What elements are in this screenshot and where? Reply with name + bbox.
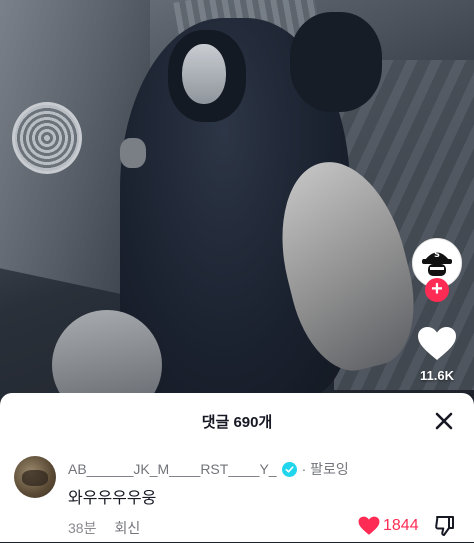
comment-time: 38분 <box>68 520 97 536</box>
svg-text:S: S <box>434 250 440 259</box>
video-like-button[interactable]: 11.6K <box>412 326 462 383</box>
creator-avatar-group[interactable]: S + <box>412 238 462 302</box>
reply-button[interactable]: 회신 <box>114 518 140 538</box>
comment-meta: 38분 회신 <box>68 518 140 538</box>
video-player[interactable] <box>0 0 474 400</box>
comments-title: 댓글 690개 <box>201 414 273 431</box>
comment-avatar[interactable] <box>14 456 56 498</box>
following-label[interactable]: · 팔로잉 <box>302 459 349 479</box>
thumbs-down-icon <box>435 516 454 536</box>
video-frame-mask <box>182 44 226 104</box>
video-frame-vent <box>12 102 82 174</box>
comment-like-button[interactable]: 1844 <box>358 516 419 536</box>
verified-badge-icon <box>281 461 297 477</box>
video-frame-head <box>290 12 382 112</box>
close-button[interactable] <box>430 407 458 435</box>
follow-plus-icon[interactable]: + <box>425 278 449 302</box>
video-like-count: 11.6K <box>420 368 454 383</box>
video-frame-fist <box>120 138 146 168</box>
comment-header: AB______JK_M____RST____Y_ · 팔로잉 <box>68 459 349 479</box>
comment-username[interactable]: AB______JK_M____RST____Y_ <box>68 461 277 477</box>
comment-like-count: 1844 <box>383 517 419 534</box>
close-icon <box>435 412 453 430</box>
comment-avatar-image <box>22 470 48 486</box>
heart-icon <box>418 327 456 360</box>
comment-text: 와우우우우웅 <box>68 490 157 507</box>
dislike-button[interactable] <box>433 514 457 538</box>
creator-avatar-image: S <box>422 250 452 276</box>
heart-icon <box>358 516 380 535</box>
